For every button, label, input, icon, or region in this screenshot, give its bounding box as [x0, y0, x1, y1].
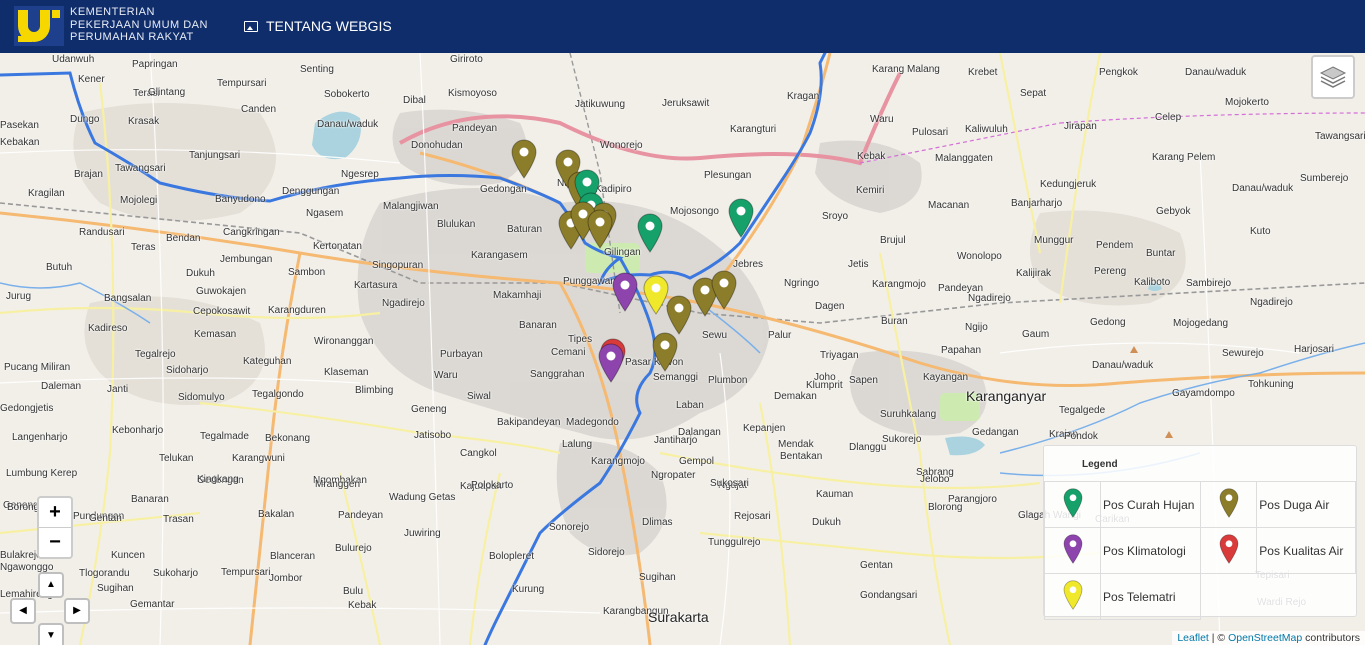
station-marker-klimatologi[interactable]: [597, 343, 625, 383]
station-marker-duga-air[interactable]: [710, 270, 738, 310]
legend-table: Pos Curah Hujan Pos Duga Air Pos Klimato…: [1043, 481, 1356, 620]
pan-up-button[interactable]: ▲: [38, 572, 64, 598]
image-icon: [244, 20, 258, 32]
legend-label: Pos Curah Hujan: [1100, 481, 1202, 528]
attribution-separator: | ©: [1208, 632, 1229, 644]
pan-down-button[interactable]: ▼: [38, 623, 64, 645]
pupr-logo[interactable]: [14, 6, 64, 46]
zoom-out-button[interactable]: −: [39, 528, 71, 557]
legend-icon-cell: [1043, 481, 1102, 528]
station-marker-duga-air[interactable]: [510, 139, 538, 179]
legend-title: Legend: [1082, 459, 1118, 470]
attribution-suffix: contributors: [1302, 632, 1360, 644]
leaflet-link[interactable]: Leaflet: [1177, 632, 1209, 644]
org-line-1: KEMENTERIAN: [70, 6, 155, 18]
legend-label: Pos Klimatologi: [1100, 527, 1202, 574]
station-marker-klimatologi[interactable]: [611, 272, 639, 312]
layers-control-button[interactable]: [1311, 55, 1355, 99]
zoom-in-button[interactable]: +: [39, 498, 71, 528]
station-marker-duga-air[interactable]: [651, 332, 679, 372]
legend-icon-cell: [1200, 527, 1258, 574]
menu-label: TENTANG WEBGIS: [266, 18, 392, 34]
map-canvas[interactable]: Udanwuh Papringan Kener Terasi Tempursari Sen…: [0, 53, 1365, 645]
map-pin-icon: [1061, 580, 1085, 613]
osm-link[interactable]: OpenStreetMap: [1228, 632, 1302, 644]
header-bar: KEMENTERIAN PEKERJAAN UMUM DAN PERUMAHAN…: [0, 0, 1365, 53]
map-pin-icon: [1061, 534, 1085, 567]
legend-icon-cell: [1043, 527, 1102, 574]
org-line-2: PEKERJAAN UMUM DAN: [70, 18, 208, 31]
legend-icon-cell: [1043, 573, 1102, 620]
legend-label: Pos Kualitas Air: [1256, 527, 1356, 574]
map-attribution: Leaflet | © OpenStreetMap contributors: [1172, 631, 1365, 645]
station-marker-duga-air[interactable]: [665, 295, 693, 335]
pan-right-button[interactable]: ▶: [64, 598, 90, 624]
legend-icon-cell: [1200, 481, 1258, 528]
org-line-3: PERUMAHAN RAKYAT: [70, 31, 194, 43]
legend-label: Pos Duga Air: [1256, 481, 1356, 528]
station-marker-curah-hujan[interactable]: [727, 198, 755, 238]
layers-icon: [1319, 66, 1347, 88]
map-pin-icon: [1061, 488, 1085, 521]
map-pin-icon: [1217, 534, 1241, 567]
station-marker-curah-hujan[interactable]: [636, 213, 664, 253]
menu-tentang-webgis[interactable]: TENTANG WEBGIS: [244, 18, 392, 34]
legend-label: Pos Telematri: [1100, 573, 1202, 620]
zoom-control: + −: [37, 496, 73, 559]
map-pin-icon: [1217, 488, 1241, 521]
station-marker-duga-air[interactable]: [586, 209, 614, 249]
pan-left-button[interactable]: ◀: [10, 598, 36, 624]
organization-name: KEMENTERIAN PEKERJAAN UMUM DAN PERUMAHAN…: [70, 6, 208, 44]
legend-panel: Legend Pos Curah Hujan Pos Duga Air Pos …: [1043, 445, 1357, 620]
